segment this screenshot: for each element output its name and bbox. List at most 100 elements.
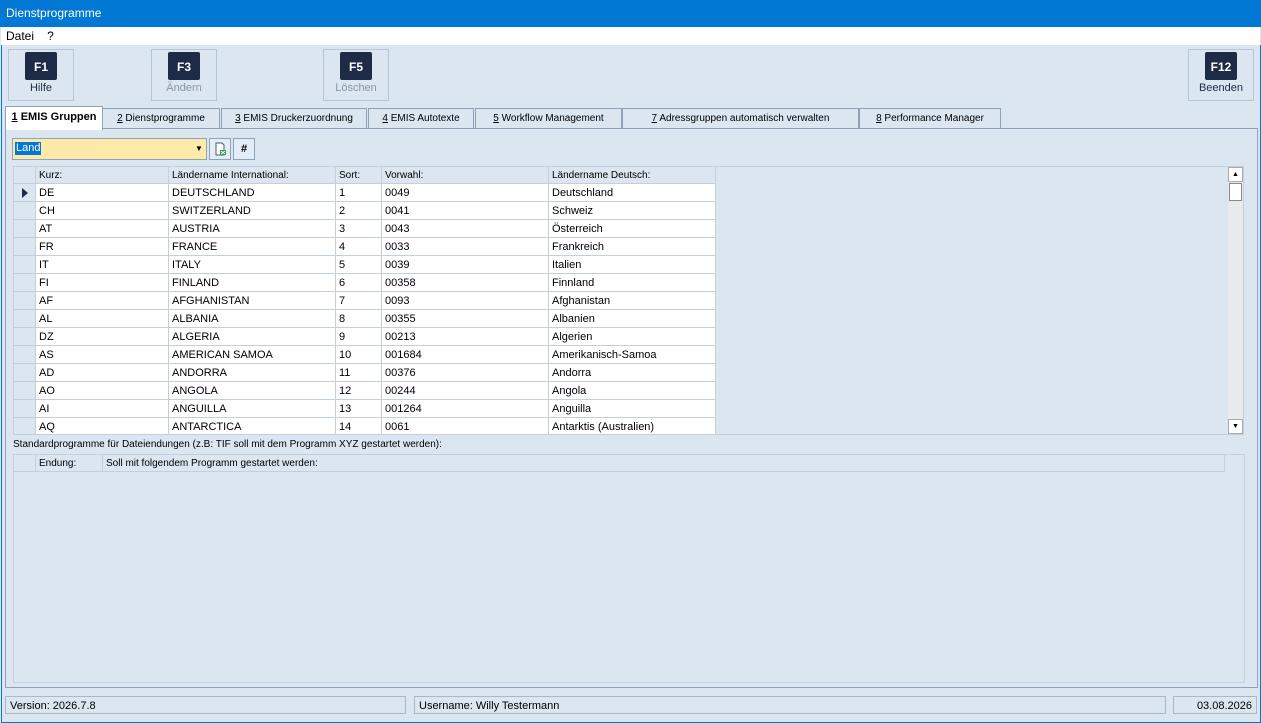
cell-deutsch[interactable]: Afghanistan	[549, 292, 716, 310]
cell-international[interactable]: ANTARCTICA	[169, 418, 336, 434]
tab-emis-gruppen[interactable]: 1 EMIS Gruppen	[5, 106, 103, 130]
row-selector[interactable]	[14, 220, 36, 238]
cell-international[interactable]: ANDORRA	[169, 364, 336, 382]
row-selector[interactable]	[14, 382, 36, 400]
cell-vorwahl[interactable]: 00358	[382, 274, 549, 292]
cell-vorwahl[interactable]: 00244	[382, 382, 549, 400]
group-select[interactable]: Land ▼	[12, 138, 207, 160]
cell-international[interactable]: ANGUILLA	[169, 400, 336, 418]
delete-button[interactable]: F5 Löschen	[323, 49, 389, 101]
column-header-programm[interactable]: Soll mit folgendem Programm gestartet we…	[103, 455, 1225, 472]
cell-international[interactable]: AMERICAN SAMOA	[169, 346, 336, 364]
cell-sort[interactable]: 2	[336, 202, 382, 220]
cell-kurz[interactable]: AI	[36, 400, 169, 418]
cell-international[interactable]: ITALY	[169, 256, 336, 274]
cell-kurz[interactable]: FI	[36, 274, 169, 292]
chevron-down-icon[interactable]: ▼	[192, 139, 206, 159]
cell-international[interactable]: FINLAND	[169, 274, 336, 292]
cell-deutsch[interactable]: Albanien	[549, 310, 716, 328]
cell-deutsch[interactable]: Amerikanisch-Samoa	[549, 346, 716, 364]
cell-sort[interactable]: 14	[336, 418, 382, 434]
cell-international[interactable]: AUSTRIA	[169, 220, 336, 238]
scroll-up-icon[interactable]: ▲	[1228, 167, 1243, 182]
grid-scrollbar[interactable]: ▲ ▼	[1228, 167, 1243, 434]
cell-sort[interactable]: 8	[336, 310, 382, 328]
cell-vorwahl[interactable]: 00376	[382, 364, 549, 382]
row-selector[interactable]	[14, 328, 36, 346]
column-header-vorwahl[interactable]: Vorwahl:	[382, 167, 549, 184]
cell-international[interactable]: SWITZERLAND	[169, 202, 336, 220]
tab-dienstprogramme[interactable]: 2 Dienstprogramme	[102, 108, 220, 129]
cell-kurz[interactable]: AF	[36, 292, 169, 310]
cell-international[interactable]: ALGERIA	[169, 328, 336, 346]
scroll-down-icon[interactable]: ▼	[1228, 419, 1243, 434]
cell-kurz[interactable]: DE	[36, 184, 169, 202]
tab-workflow-management[interactable]: 5 Workflow Management	[475, 108, 622, 129]
cell-deutsch[interactable]: Deutschland	[549, 184, 716, 202]
cell-kurz[interactable]: DZ	[36, 328, 169, 346]
tab-emis-autotexte[interactable]: 4 EMIS Autotexte	[368, 108, 474, 129]
row-selector[interactable]	[14, 400, 36, 418]
cell-deutsch[interactable]: Österreich	[549, 220, 716, 238]
cell-sort[interactable]: 1	[336, 184, 382, 202]
cell-vorwahl[interactable]: 0041	[382, 202, 549, 220]
row-selector[interactable]	[14, 256, 36, 274]
cell-kurz[interactable]: AS	[36, 346, 169, 364]
cell-international[interactable]: FRANCE	[169, 238, 336, 256]
cell-deutsch[interactable]: Schweiz	[549, 202, 716, 220]
tab-performance-manager[interactable]: 8 Performance Manager	[859, 108, 1001, 129]
tab-adressgruppen[interactable]: 7 Adressgruppen automatisch verwalten	[622, 108, 859, 129]
cell-sort[interactable]: 11	[336, 364, 382, 382]
cell-vorwahl[interactable]: 001264	[382, 400, 549, 418]
cell-vorwahl[interactable]: 0043	[382, 220, 549, 238]
cell-deutsch[interactable]: Anguilla	[549, 400, 716, 418]
cell-international[interactable]: AFGHANISTAN	[169, 292, 336, 310]
edit-button[interactable]: F3 Ändern	[151, 49, 217, 101]
cell-sort[interactable]: 12	[336, 382, 382, 400]
cell-vorwahl[interactable]: 0061	[382, 418, 549, 434]
tab-emis-druckerzuordnung[interactable]: 3 EMIS Druckerzuordnung	[221, 108, 367, 129]
cell-vorwahl[interactable]: 00355	[382, 310, 549, 328]
cell-deutsch[interactable]: Italien	[549, 256, 716, 274]
row-selector[interactable]	[14, 418, 36, 434]
cell-international[interactable]: ANGOLA	[169, 382, 336, 400]
row-selector[interactable]	[14, 364, 36, 382]
cell-kurz[interactable]: AD	[36, 364, 169, 382]
cell-vorwahl[interactable]: 001684	[382, 346, 549, 364]
menu-help[interactable]: ?	[42, 27, 59, 45]
row-selector[interactable]	[14, 184, 36, 202]
cell-kurz[interactable]: CH	[36, 202, 169, 220]
cell-vorwahl[interactable]: 0093	[382, 292, 549, 310]
cell-sort[interactable]: 3	[336, 220, 382, 238]
cell-deutsch[interactable]: Frankreich	[549, 238, 716, 256]
exit-button[interactable]: F12 Beenden	[1188, 49, 1254, 101]
cell-sort[interactable]: 10	[336, 346, 382, 364]
cell-vorwahl[interactable]: 0033	[382, 238, 549, 256]
row-selector[interactable]	[14, 292, 36, 310]
cell-sort[interactable]: 7	[336, 292, 382, 310]
cell-kurz[interactable]: AO	[36, 382, 169, 400]
cell-sort[interactable]: 9	[336, 328, 382, 346]
cell-kurz[interactable]: AT	[36, 220, 169, 238]
cell-kurz[interactable]: AL	[36, 310, 169, 328]
cell-kurz[interactable]: AQ	[36, 418, 169, 434]
cell-deutsch[interactable]: Andorra	[549, 364, 716, 382]
cell-deutsch[interactable]: Antarktis (Australien)	[549, 418, 716, 434]
row-selector[interactable]	[14, 238, 36, 256]
column-header-endung[interactable]: Endung:	[36, 455, 103, 472]
row-selector[interactable]	[14, 274, 36, 292]
menu-datei[interactable]: Datei	[1, 27, 39, 45]
column-header-sort[interactable]: Sort:	[336, 167, 382, 184]
hash-button[interactable]: #	[233, 138, 255, 160]
cell-international[interactable]: ALBANIA	[169, 310, 336, 328]
cell-deutsch[interactable]: Angola	[549, 382, 716, 400]
cell-sort[interactable]: 5	[336, 256, 382, 274]
cell-vorwahl[interactable]: 00213	[382, 328, 549, 346]
scroll-thumb[interactable]	[1229, 183, 1242, 201]
cell-international[interactable]: DEUTSCHLAND	[169, 184, 336, 202]
cell-kurz[interactable]: FR	[36, 238, 169, 256]
row-selector[interactable]	[14, 310, 36, 328]
column-header-kurz[interactable]: Kurz:	[36, 167, 169, 184]
cell-sort[interactable]: 4	[336, 238, 382, 256]
row-selector[interactable]	[14, 202, 36, 220]
